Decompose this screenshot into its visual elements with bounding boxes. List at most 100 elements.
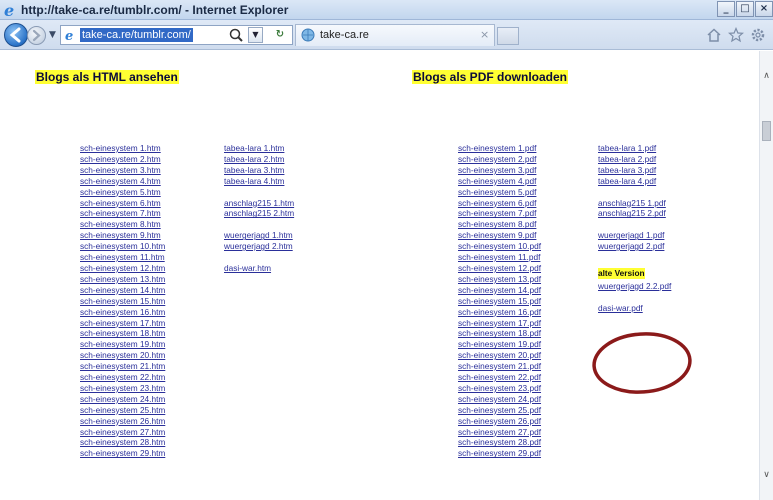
search-icon[interactable] <box>228 27 244 43</box>
html-link-tabea-lara-1[interactable]: tabea-lara 1.htm <box>224 143 294 154</box>
html-link-tabea-lara-4[interactable]: tabea-lara 4.htm <box>224 176 294 187</box>
history-dropdown-icon[interactable]: ▼ <box>49 30 56 40</box>
minimize-button[interactable]: _ <box>717 1 735 17</box>
new-tab-button[interactable] <box>497 27 519 45</box>
pdf-link-sch-einesystem-12[interactable]: sch-einesystem 12.pdf <box>458 263 541 274</box>
html-link-sch-einesystem-12[interactable]: sch-einesystem 12.htm <box>80 263 165 274</box>
pdf-link-sch-einesystem-20[interactable]: sch-einesystem 20.pdf <box>458 350 541 361</box>
pdf-link-tabea-lara-3[interactable]: tabea-lara 3.pdf <box>598 165 671 176</box>
pdf-link-sch-einesystem-15[interactable]: sch-einesystem 15.pdf <box>458 296 541 307</box>
pdf-link-sch-einesystem-1[interactable]: sch-einesystem 1.pdf <box>458 143 541 154</box>
html-link-sch-einesystem-1[interactable]: sch-einesystem 1.htm <box>80 143 165 154</box>
html-link-sch-einesystem-26[interactable]: sch-einesystem 26.htm <box>80 416 165 427</box>
pdf-link-wuergerjagd-2[interactable]: wuergerjagd 2.pdf <box>598 241 671 252</box>
html-link-sch-einesystem-18[interactable]: sch-einesystem 18.htm <box>80 328 165 339</box>
html-link-sch-einesystem-5[interactable]: sch-einesystem 5.htm <box>80 187 165 198</box>
pdf-link-sch-einesystem-27[interactable]: sch-einesystem 27.pdf <box>458 427 541 438</box>
pdf-link-sch-einesystem-3[interactable]: sch-einesystem 3.pdf <box>458 165 541 176</box>
pdf-link-anschlag215-1[interactable]: anschlag215 1.pdf <box>598 198 671 209</box>
html-link-sch-einesystem-28[interactable]: sch-einesystem 28.htm <box>80 437 165 448</box>
vertical-scrollbar[interactable]: ∧ ∨ <box>759 51 773 500</box>
address-dropdown-button[interactable]: ▼ <box>248 27 263 43</box>
html-link-sch-einesystem-24[interactable]: sch-einesystem 24.htm <box>80 394 165 405</box>
pdf-link-sch-einesystem-5[interactable]: sch-einesystem 5.pdf <box>458 187 541 198</box>
home-icon[interactable] <box>706 27 722 43</box>
pdf-link-sch-einesystem-10[interactable]: sch-einesystem 10.pdf <box>458 241 541 252</box>
html-link-sch-einesystem-16[interactable]: sch-einesystem 16.htm <box>80 307 165 318</box>
pdf-link-sch-einesystem-16[interactable]: sch-einesystem 16.pdf <box>458 307 541 318</box>
html-link-sch-einesystem-23[interactable]: sch-einesystem 23.htm <box>80 383 165 394</box>
scroll-thumb[interactable] <box>762 121 771 141</box>
pdf-link-sch-einesystem-25[interactable]: sch-einesystem 25.pdf <box>458 405 541 416</box>
pdf-link-sch-einesystem-8[interactable]: sch-einesystem 8.pdf <box>458 219 541 230</box>
pdf-link-sch-einesystem-21[interactable]: sch-einesystem 21.pdf <box>458 361 541 372</box>
pdf-link-tabea-lara-4[interactable]: tabea-lara 4.pdf <box>598 176 671 187</box>
html-link-sch-einesystem-15[interactable]: sch-einesystem 15.htm <box>80 296 165 307</box>
pdf-link-dasi-war[interactable]: dasi-war.pdf <box>598 303 671 314</box>
html-link-sch-einesystem-4[interactable]: sch-einesystem 4.htm <box>80 176 165 187</box>
html-link-sch-einesystem-29[interactable]: sch-einesystem 29.htm <box>80 448 165 459</box>
html-link-sch-einesystem-3[interactable]: sch-einesystem 3.htm <box>80 165 165 176</box>
scroll-up-icon[interactable]: ∧ <box>760 69 773 83</box>
scroll-down-icon[interactable]: ∨ <box>760 468 773 482</box>
html-link-sch-einesystem-13[interactable]: sch-einesystem 13.htm <box>80 274 165 285</box>
html-link-sch-einesystem-14[interactable]: sch-einesystem 14.htm <box>80 285 165 296</box>
html-link-sch-einesystem-9[interactable]: sch-einesystem 9.htm <box>80 230 165 241</box>
pdf-link-sch-einesystem-29[interactable]: sch-einesystem 29.pdf <box>458 448 541 459</box>
tab-close-icon[interactable]: × <box>480 28 489 41</box>
pdf-link-sch-einesystem-6[interactable]: sch-einesystem 6.pdf <box>458 198 541 209</box>
pdf-link-sch-einesystem-4[interactable]: sch-einesystem 4.pdf <box>458 176 541 187</box>
html-link-sch-einesystem-6[interactable]: sch-einesystem 6.htm <box>80 198 165 209</box>
forward-button[interactable] <box>27 26 46 45</box>
html-link-sch-einesystem-10[interactable]: sch-einesystem 10.htm <box>80 241 165 252</box>
html-link-sch-einesystem-27[interactable]: sch-einesystem 27.htm <box>80 427 165 438</box>
pdf-link-sch-einesystem-9[interactable]: sch-einesystem 9.pdf <box>458 230 541 241</box>
pdf-link-sch-einesystem-24[interactable]: sch-einesystem 24.pdf <box>458 394 541 405</box>
html-link-wuergerjagd-2[interactable]: wuergerjagd 2.htm <box>224 241 294 252</box>
pdf-link-wuergerjagd-1[interactable]: wuergerjagd 1.pdf <box>598 230 671 241</box>
html-link-tabea-lara-3[interactable]: tabea-lara 3.htm <box>224 165 294 176</box>
pdf-link-sch-einesystem-17[interactable]: sch-einesystem 17.pdf <box>458 318 541 329</box>
html-link-sch-einesystem-8[interactable]: sch-einesystem 8.htm <box>80 219 165 230</box>
pdf-link-sch-einesystem-19[interactable]: sch-einesystem 19.pdf <box>458 339 541 350</box>
html-link-sch-einesystem-22[interactable]: sch-einesystem 22.htm <box>80 372 165 383</box>
html-link-sch-einesystem-20[interactable]: sch-einesystem 20.htm <box>80 350 165 361</box>
pdf-link-sch-einesystem-23[interactable]: sch-einesystem 23.pdf <box>458 383 541 394</box>
maximize-button[interactable]: □ <box>736 1 754 17</box>
html-link-anschlag215-1[interactable]: anschlag215 1.htm <box>224 198 294 209</box>
html-link-sch-einesystem-2[interactable]: sch-einesystem 2.htm <box>80 154 165 165</box>
address-bar[interactable]: e take-ca.re/tumblr.com/ ▼ ↻ <box>60 25 293 45</box>
pdf-link-sch-einesystem-13[interactable]: sch-einesystem 13.pdf <box>458 274 541 285</box>
pdf-link-sch-einesystem-14[interactable]: sch-einesystem 14.pdf <box>458 285 541 296</box>
pdf-link-sch-einesystem-28[interactable]: sch-einesystem 28.pdf <box>458 437 541 448</box>
pdf-link-sch-einesystem-7[interactable]: sch-einesystem 7.pdf <box>458 208 541 219</box>
pdf-link-sch-einesystem-26[interactable]: sch-einesystem 26.pdf <box>458 416 541 427</box>
tab-take-ca-re[interactable]: take-ca.re × <box>295 24 495 46</box>
pdf-link-sch-einesystem-22[interactable]: sch-einesystem 22.pdf <box>458 372 541 383</box>
pdf-link-sch-einesystem-11[interactable]: sch-einesystem 11.pdf <box>458 252 541 263</box>
pdf-link-sch-einesystem-18[interactable]: sch-einesystem 18.pdf <box>458 328 541 339</box>
html-link-dasi-war[interactable]: dasi-war.htm <box>224 263 294 274</box>
window-title: http://take-ca.re/tumblr.com/ - Internet… <box>21 3 289 17</box>
favorites-star-icon[interactable] <box>728 27 744 43</box>
pdf-link-tabea-lara-2[interactable]: tabea-lara 2.pdf <box>598 154 671 165</box>
html-link-wuergerjagd-1[interactable]: wuergerjagd 1.htm <box>224 230 294 241</box>
address-input[interactable]: take-ca.re/tumblr.com/ <box>80 28 193 42</box>
html-link-sch-einesystem-11[interactable]: sch-einesystem 11.htm <box>80 252 165 263</box>
html-link-sch-einesystem-7[interactable]: sch-einesystem 7.htm <box>80 208 165 219</box>
html-link-sch-einesystem-21[interactable]: sch-einesystem 21.htm <box>80 361 165 372</box>
refresh-icon[interactable]: ↻ <box>271 27 289 43</box>
pdf-link-tabea-lara-1[interactable]: tabea-lara 1.pdf <box>598 143 671 154</box>
html-link-sch-einesystem-19[interactable]: sch-einesystem 19.htm <box>80 339 165 350</box>
pdf-link-sch-einesystem-2[interactable]: sch-einesystem 2.pdf <box>458 154 541 165</box>
html-link-tabea-lara-2[interactable]: tabea-lara 2.htm <box>224 154 294 165</box>
html-link-sch-einesystem-17[interactable]: sch-einesystem 17.htm <box>80 318 165 329</box>
html-link-anschlag215-2[interactable]: anschlag215 2.htm <box>224 208 294 219</box>
html-link-sch-einesystem-25[interactable]: sch-einesystem 25.htm <box>80 405 165 416</box>
pdf-link-wuergerjagd-2-2[interactable]: wuergerjagd 2.2.pdf <box>598 281 671 292</box>
close-button[interactable]: × <box>755 1 773 17</box>
pdf-link-anschlag215-2[interactable]: anschlag215 2.pdf <box>598 208 671 219</box>
back-button[interactable] <box>4 23 28 47</box>
settings-gear-icon[interactable] <box>750 27 766 43</box>
